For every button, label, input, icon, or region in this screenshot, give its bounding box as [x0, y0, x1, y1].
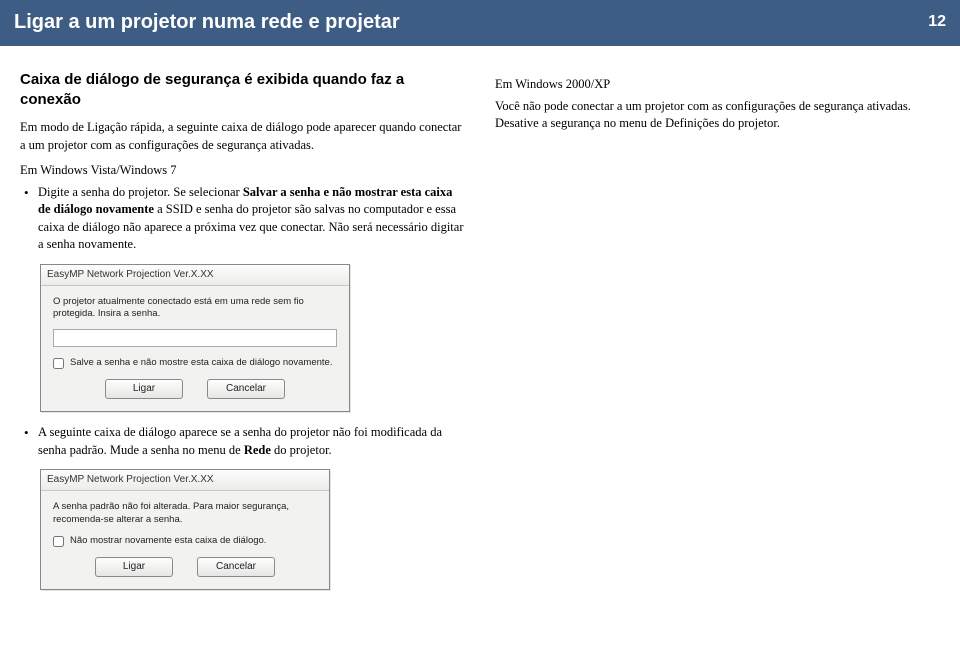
dialog-body: A senha padrão não foi alterada. Para ma…	[41, 491, 329, 589]
bullet-list-2: A seguinte caixa de diálogo aparece se a…	[20, 424, 465, 459]
button-row: Ligar Cancelar	[53, 557, 317, 577]
dialog-password: EasyMP Network Projection Ver.X.XX O pro…	[40, 264, 350, 413]
bullet-list-1: Digite a senha do projetor. Se seleciona…	[20, 184, 465, 254]
section-heading: Caixa de diálogo de segurança é exibida …	[20, 70, 465, 109]
dialog-titlebar: EasyMP Network Projection Ver.X.XX	[41, 265, 349, 286]
dont-show-checkbox[interactable]	[53, 536, 64, 547]
connect-button[interactable]: Ligar	[95, 557, 173, 577]
os-subhead-vista: Em Windows Vista/Windows 7	[20, 162, 465, 180]
checkbox-label: Salve a senha e não mostre esta caixa de…	[70, 357, 332, 369]
page-header: Ligar a um projetor numa rede e projetar…	[0, 0, 960, 46]
dont-show-checkbox-row: Não mostrar novamente esta caixa de diál…	[53, 535, 317, 547]
cancel-button[interactable]: Cancelar	[207, 379, 285, 399]
page-title: Ligar a um projetor numa rede e projetar	[14, 8, 400, 36]
bullet-text: do projetor.	[271, 443, 332, 457]
os-subhead-xp: Em Windows 2000/XP	[495, 76, 940, 94]
dialog-body: O projetor atualmente conectado está em …	[41, 286, 349, 412]
password-input[interactable]	[53, 329, 337, 347]
right-paragraph: Você não pode conectar a um projetor com…	[495, 98, 940, 133]
cancel-button[interactable]: Cancelar	[197, 557, 275, 577]
content-area: Caixa de diálogo de segurança é exibida …	[0, 46, 960, 612]
dialog-message: A senha padrão não foi alterada. Para ma…	[53, 501, 317, 527]
page-number: 12	[928, 11, 946, 33]
right-column: Em Windows 2000/XP Você não pode conecta…	[495, 70, 940, 602]
dont-show-checkbox-label[interactable]: Não mostrar novamente esta caixa de diál…	[53, 535, 317, 547]
dialog-message: O projetor atualmente conectado está em …	[53, 296, 337, 322]
bullet-bold: Rede	[244, 443, 271, 457]
intro-paragraph: Em modo de Ligação rápida, a seguinte ca…	[20, 119, 465, 154]
bullet-text: A seguinte caixa de diálogo aparece se a…	[38, 425, 442, 457]
dialog-default-password-warning: EasyMP Network Projection Ver.X.XX A sen…	[40, 469, 330, 590]
save-password-checkbox-row[interactable]: Salve a senha e não mostre esta caixa de…	[53, 357, 337, 369]
checkbox-label: Não mostrar novamente esta caixa de diál…	[70, 535, 266, 547]
list-item: A seguinte caixa de diálogo aparece se a…	[24, 424, 465, 459]
left-column: Caixa de diálogo de segurança é exibida …	[20, 70, 465, 602]
bullet-text: Digite a senha do projetor. Se seleciona…	[38, 185, 243, 199]
connect-button[interactable]: Ligar	[105, 379, 183, 399]
list-item: Digite a senha do projetor. Se seleciona…	[24, 184, 465, 254]
dialog-titlebar: EasyMP Network Projection Ver.X.XX	[41, 470, 329, 491]
button-row: Ligar Cancelar	[53, 379, 337, 399]
save-password-checkbox[interactable]	[53, 358, 64, 369]
